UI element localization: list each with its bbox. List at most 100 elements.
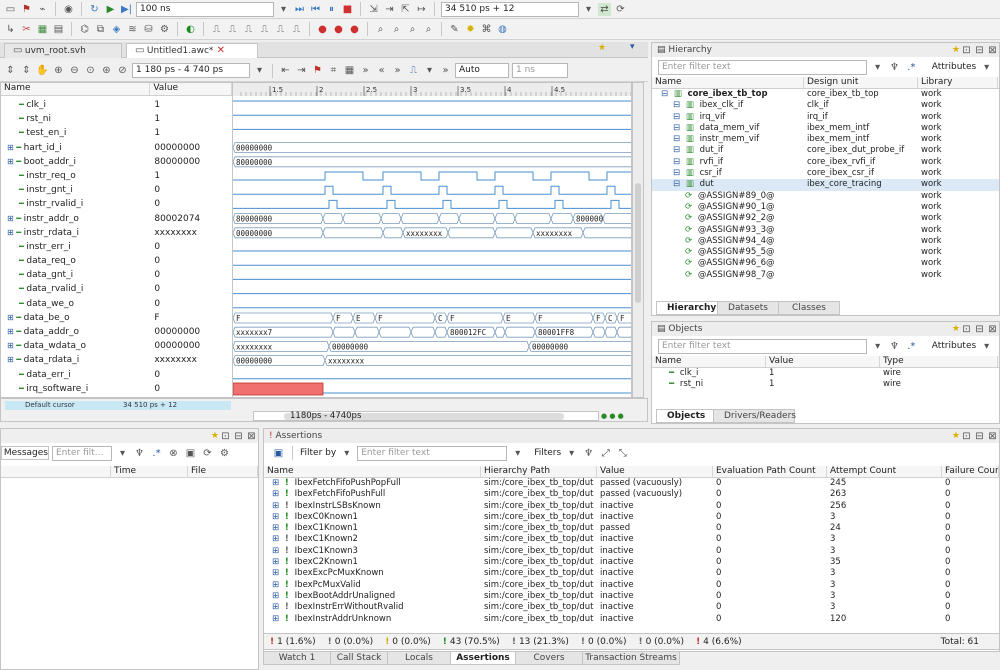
expand-icon[interactable]: ⊞ <box>269 557 282 567</box>
wave-c-icon[interactable]: ⎍ <box>242 23 255 36</box>
compile-all-icon[interactable]: ⧉ <box>94 23 107 36</box>
next-icon[interactable]: » <box>391 64 404 77</box>
signal-row[interactable]: ━ clk_i 1 <box>1 98 232 112</box>
signal-row[interactable]: ━ instr_gnt_i 0 <box>1 183 232 197</box>
record-a-icon[interactable]: ● <box>316 23 329 36</box>
close-icon[interactable]: ⊠ <box>986 430 999 443</box>
signal-row[interactable]: ━ data_gnt_i 0 <box>1 268 232 282</box>
chevron-down-icon[interactable]: ▾ <box>277 3 290 16</box>
expand-icon[interactable]: ⊞ <box>269 568 282 578</box>
arrow-icon[interactable]: ↳ <box>4 23 17 36</box>
expand-icon[interactable]: ⊟ <box>670 112 683 122</box>
assertion-row[interactable]: ⊞ ! IbexC0Known1 sim:/core_ibex_tb_top/du… <box>264 512 999 523</box>
star-icon[interactable]: ★ <box>211 429 219 443</box>
expand-icon[interactable]: ⊟ <box>670 157 683 167</box>
col-attempt-count[interactable]: Attempt Count <box>827 466 942 477</box>
expand-icon[interactable]: ⊞ <box>269 523 282 533</box>
step-icon[interactable]: ⏭ <box>293 3 306 16</box>
star-icon[interactable]: ★ <box>598 43 606 53</box>
signal-row[interactable]: ━ data_err_i 0 <box>1 368 232 382</box>
cursor-time-input[interactable]: 34 510 ps + 12 <box>441 1 579 17</box>
hierarchy-row[interactable]: ⊟ ▥ data_mem_vif ibex_mem_intf work <box>652 123 999 134</box>
assertion-row[interactable]: ⊞ ! IbexExcPcMuxKnown sim:/core_ibex_tb_t… <box>264 568 999 579</box>
wave-d-icon[interactable]: ⎍ <box>258 23 271 36</box>
signal-row[interactable]: ━ data_req_o 0 <box>1 254 232 268</box>
expand-icon[interactable]: ⊟ <box>670 179 683 189</box>
zoom-in-icon[interactable]: ⊕ <box>52 64 65 77</box>
expand-icon[interactable]: ⊞ <box>7 327 16 336</box>
close-icon[interactable]: ⊠ <box>986 44 999 57</box>
col-eval-path-count[interactable]: Evaluation Path Count <box>713 466 827 477</box>
filter-icon[interactable]: ♆ <box>888 340 901 353</box>
save-icon[interactable]: ▣ <box>272 447 285 460</box>
zoom-a-icon[interactable]: ⌕ <box>374 23 387 36</box>
step-out-icon[interactable]: ⇱ <box>399 3 412 16</box>
breakpoint-icon[interactable]: ⚑ <box>20 3 33 16</box>
filter-icon[interactable]: ♆ <box>133 447 146 460</box>
hierarchy-row[interactable]: ⟳ @ASSIGN#92_2@ work <box>652 213 999 224</box>
assertion-row[interactable]: ⊞ ! IbexInstrErrWithoutRvalid sim:/core_i… <box>264 602 999 613</box>
objects-filter-input[interactable]: Enter filter text <box>658 338 868 354</box>
restart-icon[interactable]: ↻ <box>88 3 101 16</box>
pin-icon[interactable]: ⊡ <box>219 430 232 443</box>
bottom-tab[interactable]: Covers <box>515 651 583 665</box>
star-icon[interactable]: ★ <box>952 322 960 336</box>
expand-icon[interactable]: ⊞ <box>269 501 282 511</box>
expand-icon[interactable]: ⊞ <box>7 313 16 322</box>
grid-icon[interactable]: ▦ <box>343 64 356 77</box>
assertion-row[interactable]: ⊞ ! IbexFetchFifoPushPopFull sim:/core_ib… <box>264 478 999 489</box>
marker-icon[interactable]: ⚑ <box>311 64 324 77</box>
pin-icon[interactable]: ⊡ <box>960 323 973 336</box>
tab-objects[interactable]: Objects <box>656 409 714 423</box>
zoom-c-icon[interactable]: ⌕ <box>406 23 419 36</box>
signal-row[interactable]: ⊞ ━ data_wdata_o 00000000 <box>1 339 232 353</box>
expand-icon[interactable]: ⊞ <box>7 228 16 237</box>
expand-icon[interactable]: ⤢ <box>599 447 612 460</box>
bottom-tab[interactable]: Locals <box>387 651 451 665</box>
view-buttons[interactable]: ● ● ● <box>601 411 641 421</box>
zoom-prev-icon[interactable]: ⊘ <box>116 64 129 77</box>
assertion-row[interactable]: ⊞ ! IbexInstrLSBsKnown sim:/core_ibex_tb_… <box>264 501 999 512</box>
wave-vscroll[interactable] <box>632 82 644 398</box>
signal-row[interactable]: ━ instr_req_o 1 <box>1 169 232 183</box>
bottom-tab[interactable]: Transaction Streams <box>582 651 680 665</box>
filter-icon[interactable]: ⌗ <box>327 64 340 77</box>
col-name[interactable]: Name <box>1 83 151 95</box>
filter-icon[interactable]: ♆ <box>582 447 595 460</box>
goto-time-icon[interactable]: ⇄ <box>598 2 611 16</box>
library-icon[interactable]: ◈ <box>110 23 123 36</box>
save-icon[interactable]: ▣ <box>184 447 197 460</box>
signal-row[interactable]: ━ test_en_i 1 <box>1 126 232 140</box>
refresh-icon[interactable]: ⟳ <box>614 3 627 16</box>
step-into-icon[interactable]: ⇲ <box>367 3 380 16</box>
assertion-row[interactable]: ⊞ ! IbexPcMuxValid sim:/core_ibex_tb_top/… <box>264 580 999 591</box>
expand-icon[interactable]: ⊞ <box>269 489 282 499</box>
col-failure-count[interactable]: Failure Count <box>942 466 999 477</box>
wave-b-icon[interactable]: ⎍ <box>226 23 239 36</box>
signal-row[interactable]: ⊞ ━ data_rdata_i xxxxxxxx <box>1 353 232 367</box>
regex-icon[interactable]: .* <box>150 447 163 460</box>
expand-icon[interactable]: ⊞ <box>7 214 16 223</box>
col-value[interactable]: Value <box>597 466 713 477</box>
assertion-row[interactable]: ⊞ ! IbexC1Known1 sim:/core_ibex_tb_top/du… <box>264 523 999 534</box>
waveform-svg[interactable]: 1.5 2 2.5 3 3.5 4 4.5 00000000 80000000 80000000 8… <box>233 83 632 398</box>
float-icon[interactable]: ⊟ <box>232 430 245 443</box>
col-name[interactable]: Name <box>652 356 766 367</box>
close-icon[interactable]: ⊠ <box>245 430 258 443</box>
globe-icon[interactable]: ◍ <box>496 23 509 36</box>
signal-row[interactable]: ⊞ ━ instr_addr_o 80002074 <box>1 212 232 226</box>
zoom-range-icon[interactable]: ⊛ <box>100 64 113 77</box>
hierarchy-row[interactable]: ⟳ @ASSIGN#98_7@ work <box>652 270 999 281</box>
step-over-icon[interactable]: ⇥ <box>383 3 396 16</box>
break-icon[interactable]: ⏸ <box>325 3 338 16</box>
stop-icon[interactable]: ■ <box>341 3 354 16</box>
attributes-menu[interactable]: Attributes <box>932 341 976 351</box>
hierarchy-row[interactable]: ⊟ ▥ irq_vif irq_if work <box>652 112 999 123</box>
hierarchy-row[interactable]: ⊟ ▥ instr_mem_vif ibex_mem_intf work <box>652 134 999 145</box>
coverage-icon[interactable]: ◐ <box>184 23 197 36</box>
wave-canvas[interactable]: 1.5 2 2.5 3 3.5 4 4.5 00000000 80000000 80000000 8… <box>232 82 632 398</box>
step-input[interactable]: 1 ns <box>512 63 568 78</box>
edge-prev-icon[interactable]: ⇤ <box>279 64 292 77</box>
bottom-tab[interactable]: Assertions <box>450 651 516 665</box>
star-icon[interactable]: ★ <box>952 429 960 443</box>
